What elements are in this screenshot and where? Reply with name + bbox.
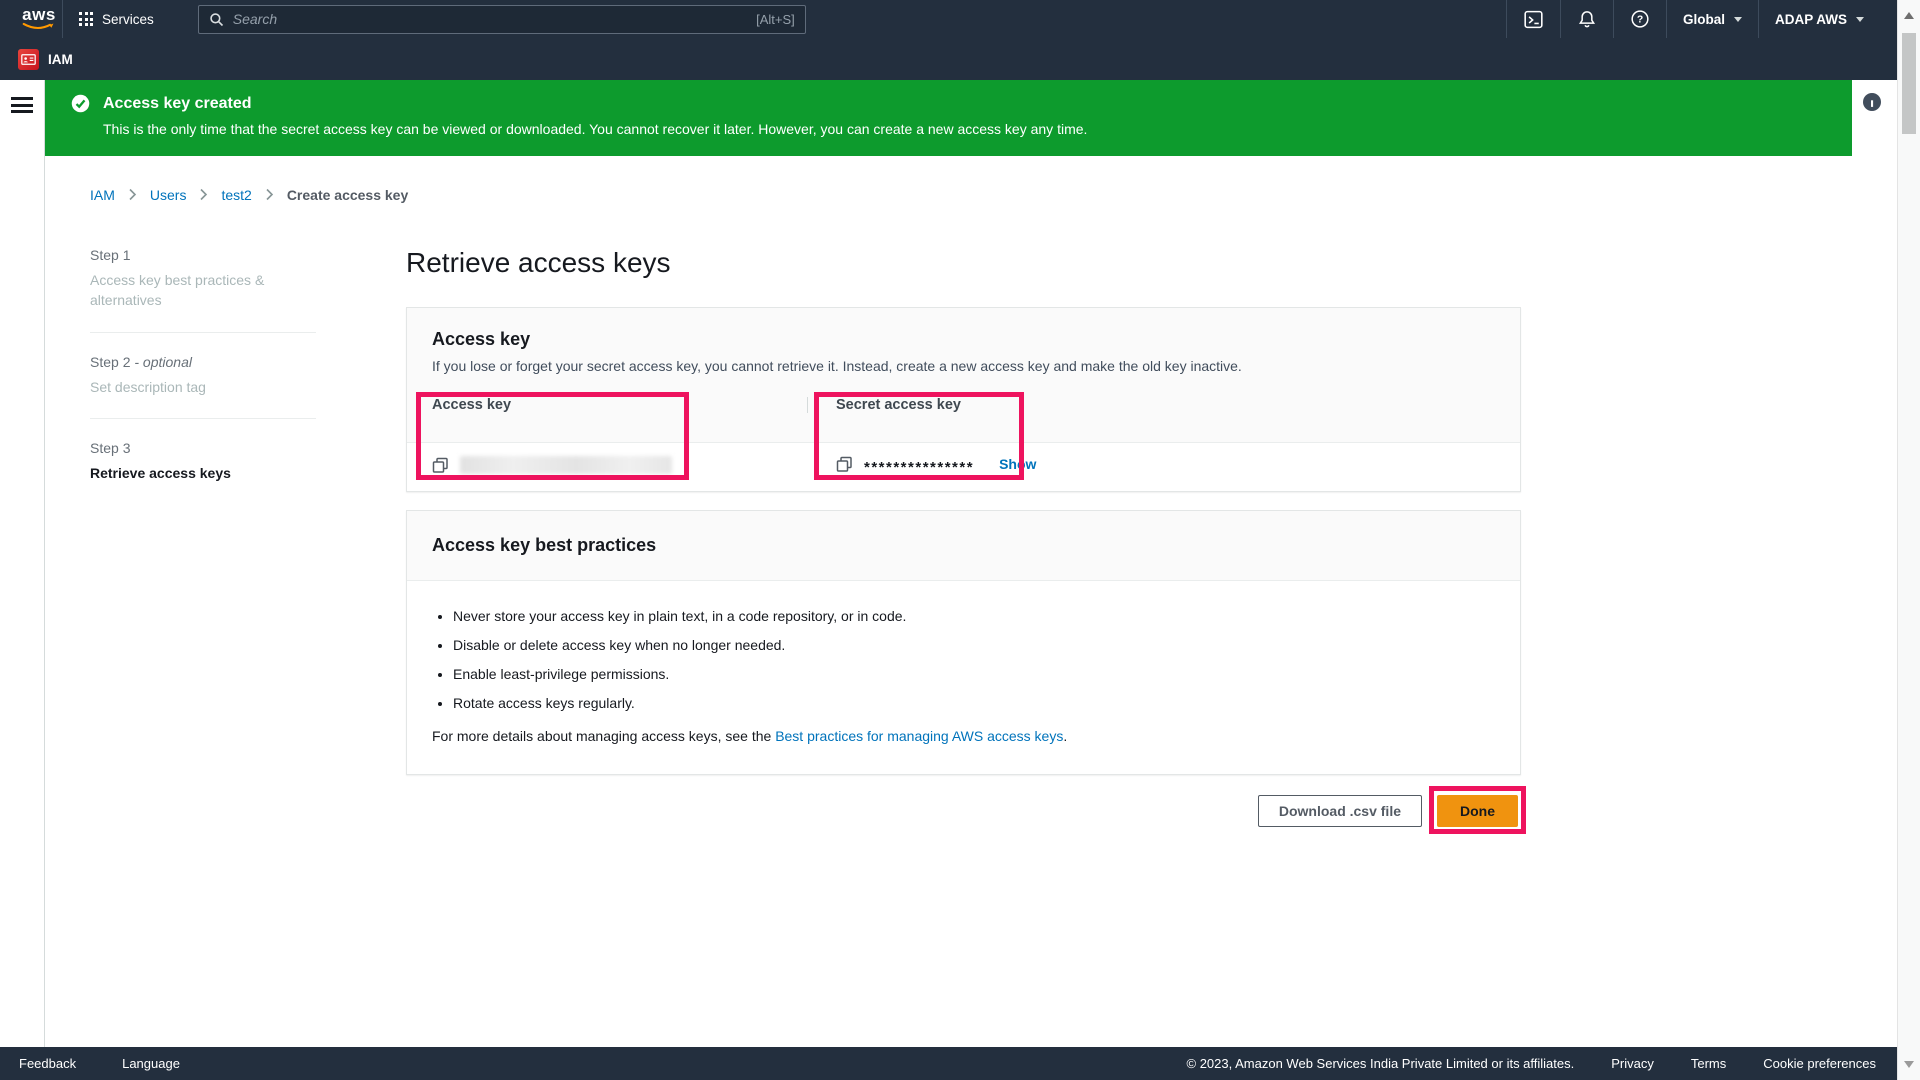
search-icon — [209, 12, 224, 27]
breadcrumb: IAM Users test2 Create access key — [45, 156, 1920, 203]
wizard-steps-nav: Step 1 Access key best practices & alter… — [90, 247, 316, 827]
account-menu[interactable]: ADAP AWS — [1759, 0, 1880, 38]
region-label: Global — [1683, 12, 1725, 27]
step-2: Step 2 - optional Set description tag — [90, 354, 316, 397]
step-1-label: Step 1 — [90, 247, 130, 263]
more-details-text: For more details about managing access k… — [432, 728, 775, 744]
wizard-content: Retrieve access keys Access key If you l… — [406, 247, 1521, 827]
breadcrumb-link-users[interactable]: Users — [150, 187, 187, 203]
feedback-link[interactable]: Feedback — [19, 1056, 76, 1071]
top-navigation-bar: aws Services [Alt+S] ? — [0, 0, 1920, 38]
more-details-suffix: . — [1063, 728, 1067, 744]
notifications-button[interactable] — [1561, 0, 1613, 38]
best-practices-link[interactable]: Best practices for managing AWS access k… — [775, 728, 1063, 744]
iam-service-label: IAM — [48, 52, 73, 67]
best-practices-panel: Access key best practices Never store yo… — [406, 510, 1521, 775]
best-practice-item: Enable least-privilege permissions. — [453, 666, 1495, 682]
step-3-active: Step 3 Retrieve access keys — [90, 440, 316, 483]
step-2-title: Set description tag — [90, 377, 316, 397]
search-input[interactable] — [233, 11, 747, 27]
main-content: Access key created This is the only time… — [45, 80, 1920, 1047]
menu-toggle-button[interactable] — [11, 97, 33, 117]
copy-access-key-button[interactable] — [432, 457, 449, 474]
banner-message: This is the only time that the secret ac… — [103, 121, 1852, 137]
page-body: Access key created This is the only time… — [0, 80, 1920, 1047]
best-practice-item: Disable or delete access key when no lon… — [453, 637, 1495, 653]
access-key-panel-description: If you lose or forget your secret access… — [432, 358, 1495, 374]
breadcrumb-link-user[interactable]: test2 — [221, 187, 251, 203]
divider — [90, 418, 316, 419]
cloudshell-terminal-icon — [1523, 9, 1544, 30]
scrollbar-down-arrow[interactable] — [1904, 1061, 1914, 1068]
banner-title: Access key created — [103, 95, 252, 113]
side-navigation-rail — [0, 80, 45, 1047]
svg-text:?: ? — [1637, 15, 1643, 26]
access-key-panel-title: Access key — [432, 329, 1495, 350]
vertical-scrollbar[interactable] — [1897, 0, 1920, 1080]
search-shortcut-hint: [Alt+S] — [756, 12, 795, 27]
global-search[interactable]: [Alt+S] — [198, 5, 806, 34]
page-title: Retrieve access keys — [406, 247, 1521, 279]
scrollbar-thumb[interactable] — [1902, 33, 1916, 134]
done-button[interactable]: Done — [1437, 795, 1518, 827]
scrollbar-up-arrow[interactable] — [1904, 12, 1914, 19]
breadcrumb-current: Create access key — [287, 187, 408, 203]
language-link[interactable]: Language — [122, 1056, 180, 1071]
services-label: Services — [102, 12, 154, 27]
step-3-label: Step 3 — [90, 440, 130, 456]
wizard-actions: Download .csv file Done — [406, 795, 1521, 827]
footer-bar: Feedback Language © 2023, Amazon Web Ser… — [0, 1047, 1920, 1080]
bell-icon — [1577, 9, 1597, 29]
chevron-right-icon — [265, 188, 274, 201]
region-selector[interactable]: Global — [1667, 0, 1758, 38]
best-practice-item: Never store your access key in plain tex… — [453, 608, 1495, 624]
chevron-right-icon — [199, 188, 208, 201]
show-secret-key-link[interactable]: Show — [999, 456, 1036, 472]
copyright-text: © 2023, Amazon Web Services India Privat… — [1187, 1056, 1575, 1071]
download-csv-button[interactable]: Download .csv file — [1258, 795, 1422, 827]
step-2-label: Step 2 — [90, 354, 130, 370]
aws-logo[interactable]: aws — [22, 7, 56, 31]
service-navigation-bar: IAM — [0, 38, 1920, 80]
chevron-right-icon — [128, 188, 137, 201]
aws-logo-text: aws — [22, 7, 56, 22]
secret-key-column-label: Secret access key — [808, 397, 961, 413]
help-icon: ? — [1630, 9, 1650, 29]
privacy-link[interactable]: Privacy — [1611, 1056, 1654, 1071]
access-key-value-redacted — [460, 456, 672, 474]
step-3-title: Retrieve access keys — [90, 463, 316, 483]
best-practices-title: Access key best practices — [432, 535, 1495, 556]
help-button[interactable]: ? — [1614, 0, 1666, 38]
success-check-icon — [70, 93, 91, 114]
step-1: Step 1 Access key best practices & alter… — [90, 247, 316, 311]
more-details-line: For more details about managing access k… — [432, 728, 1495, 744]
iam-service-link[interactable]: IAM — [18, 49, 73, 70]
cookie-preferences-link[interactable]: Cookie preferences — [1763, 1056, 1876, 1071]
access-key-panel: Access key If you lose or forget your se… — [406, 307, 1521, 492]
copy-secret-key-button[interactable] — [836, 456, 853, 473]
step-1-title: Access key best practices & alternatives — [90, 270, 316, 311]
step-2-optional-label: - optional — [134, 354, 192, 370]
best-practices-list: Never store your access key in plain tex… — [432, 608, 1495, 711]
chevron-down-icon — [1734, 17, 1742, 26]
chevron-down-icon — [1856, 17, 1864, 26]
divider — [90, 332, 316, 333]
iam-service-icon — [18, 49, 39, 70]
terms-link[interactable]: Terms — [1691, 1056, 1726, 1071]
account-label: ADAP AWS — [1775, 12, 1847, 27]
aws-smile-icon — [22, 22, 56, 31]
cloudshell-button[interactable] — [1507, 0, 1560, 38]
services-grid-icon — [79, 12, 93, 26]
info-panel-button[interactable] — [1862, 92, 1882, 112]
secret-key-masked-value: *************** — [864, 459, 974, 476]
breadcrumb-link-iam[interactable]: IAM — [90, 187, 115, 203]
success-banner: Access key created This is the only time… — [45, 80, 1852, 156]
best-practice-item: Rotate access keys regularly. — [453, 695, 1495, 711]
access-key-column-label: Access key — [432, 397, 808, 413]
services-menu[interactable]: Services — [63, 0, 170, 38]
